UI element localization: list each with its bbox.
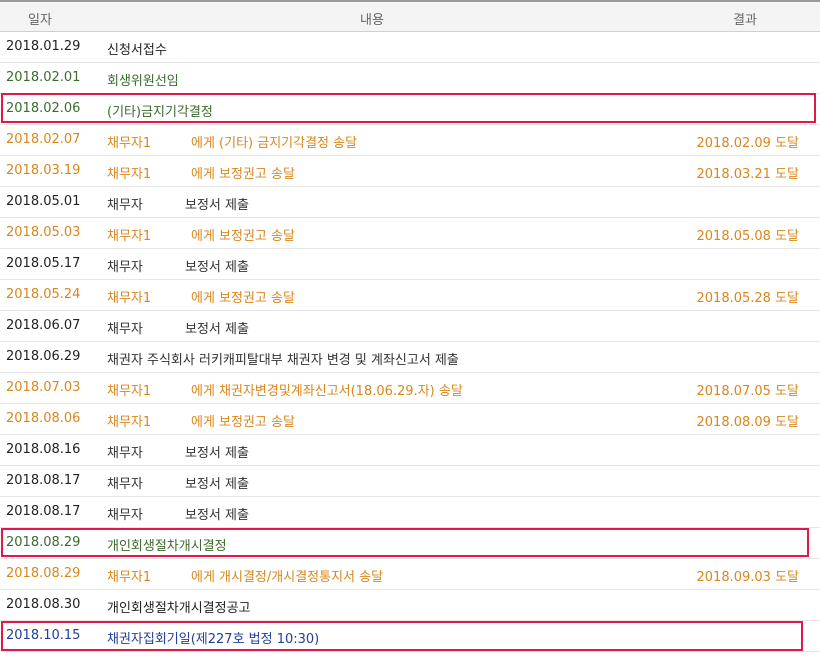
- row-content: 에게 보정권고 송달: [191, 415, 295, 430]
- table-row: 2018.03.19 채무자1 에게 보정권고 송달 2018.03.21 도달: [0, 156, 820, 187]
- row-date: 2018.05.01: [6, 194, 81, 209]
- row-party: 채무자: [107, 260, 143, 275]
- row-party: 채무자1: [107, 229, 152, 244]
- row-date: 2018.08.17: [6, 504, 81, 519]
- row-date: 2018.06.07: [6, 318, 81, 333]
- row-content: 개인회생절차개시결정공고: [107, 601, 251, 616]
- row-date: 2018.07.03: [6, 380, 81, 395]
- row-content: 에게 보정권고 송달: [191, 167, 295, 182]
- table-row: 2018.08.17 채무자 보정서 제출: [0, 497, 820, 528]
- row-party: 채무자: [107, 508, 143, 523]
- row-date: 2018.08.06: [6, 411, 81, 426]
- row-party: 채무자: [107, 446, 143, 461]
- row-party: 채무자1: [107, 570, 152, 585]
- row-party: 채무자1: [107, 415, 152, 430]
- table-row: 2018.05.03 채무자1 에게 보정권고 송달 2018.05.08 도달: [0, 218, 820, 249]
- header-content: 내용: [360, 13, 384, 28]
- table-row: 2018.05.01 채무자 보정서 제출: [0, 187, 820, 218]
- row-content: 개인회생절차개시결정: [107, 539, 227, 554]
- row-date: 2018.08.29: [6, 566, 81, 581]
- header-result: 결과: [733, 13, 757, 28]
- row-content: 에게 보정권고 송달: [191, 229, 295, 244]
- row-result: 2018.02.09 도달: [696, 136, 800, 151]
- table-row: 2018.01.29 신청서접수: [0, 32, 820, 63]
- row-party: 채무자1: [107, 167, 152, 182]
- table-row: 2018.08.29 채무자1 에게 개시결정/개시결정통지서 송달 2018.…: [0, 559, 820, 590]
- row-content: 에게 보정권고 송달: [191, 291, 295, 306]
- row-party: 채무자1: [107, 291, 152, 306]
- row-date: 2018.08.16: [6, 442, 81, 457]
- table-row: 2018.08.16 채무자 보정서 제출: [0, 435, 820, 466]
- row-content: 보정서 제출: [185, 198, 249, 213]
- table-row: 2018.10.15 채권자집회기일(제227호 법정 10:30): [0, 621, 820, 652]
- table-row: 2018.08.29 개인회생절차개시결정: [0, 528, 820, 559]
- row-party: 채무자: [107, 198, 143, 213]
- row-party: 채무자1: [107, 384, 152, 399]
- table-row: 2018.02.07 채무자1 에게 (기타) 금지기각결정 송달 2018.0…: [0, 125, 820, 156]
- row-date: 2018.10.15: [6, 628, 81, 643]
- table-row: 2018.02.06 (기타)금지기각결정: [0, 94, 820, 125]
- table-row: 2018.07.03 채무자1 에게 채권자변경및계좌신고서(18.06.29.…: [0, 373, 820, 404]
- row-content: 보정서 제출: [185, 260, 249, 275]
- table-row: 2018.05.24 채무자1 에게 보정권고 송달 2018.05.28 도달: [0, 280, 820, 311]
- row-content: (기타)금지기각결정: [107, 105, 213, 120]
- row-date: 2018.02.01: [6, 70, 81, 85]
- row-content: 신청서접수: [107, 43, 167, 58]
- row-party: 채무자1: [107, 136, 152, 151]
- row-content: 보정서 제출: [185, 508, 249, 523]
- row-party: 채무자: [107, 477, 143, 492]
- row-date: 2018.02.06: [6, 101, 81, 116]
- row-content: 에게 (기타) 금지기각결정 송달: [191, 136, 358, 151]
- row-date: 2018.05.03: [6, 225, 81, 240]
- row-content: 회생위원선임: [107, 74, 179, 89]
- row-date: 2018.02.07: [6, 132, 81, 147]
- table-row: 2018.08.06 채무자1 에게 보정권고 송달 2018.08.09 도달: [0, 404, 820, 435]
- row-result: 2018.07.05 도달: [696, 384, 800, 399]
- row-result: 2018.05.08 도달: [696, 229, 800, 244]
- row-party: 채무자: [107, 322, 143, 337]
- row-content: 채권자 주식회사 러키캐피탈대부 채권자 변경 및 계좌신고서 제출: [107, 353, 459, 368]
- row-content: 보정서 제출: [185, 477, 249, 492]
- row-content: 채권자집회기일(제227호 법정 10:30): [107, 632, 320, 647]
- row-date: 2018.08.17: [6, 473, 81, 488]
- row-content: 에게 채권자변경및계좌신고서(18.06.29.자) 송달: [191, 384, 463, 399]
- header-date: 일자: [28, 13, 52, 28]
- table-row: 2018.05.17 채무자 보정서 제출: [0, 249, 820, 280]
- table-row: 2018.06.29 채권자 주식회사 러키캐피탈대부 채권자 변경 및 계좌신…: [0, 342, 820, 373]
- row-date: 2018.01.29: [6, 39, 81, 54]
- row-content: 보정서 제출: [185, 322, 249, 337]
- row-content: 보정서 제출: [185, 446, 249, 461]
- row-result: 2018.03.21 도달: [696, 167, 800, 182]
- row-date: 2018.03.19: [6, 163, 81, 178]
- row-date: 2018.06.29: [6, 349, 81, 364]
- row-date: 2018.05.17: [6, 256, 81, 271]
- row-content: 에게 개시결정/개시결정통지서 송달: [191, 570, 384, 585]
- row-result: 2018.05.28 도달: [696, 291, 800, 306]
- table-row: 2018.08.30 개인회생절차개시결정공고: [0, 590, 820, 621]
- table-row: 2018.06.07 채무자 보정서 제출: [0, 311, 820, 342]
- row-date: 2018.08.30: [6, 597, 81, 612]
- table-header: 일자 내용 결과: [0, 0, 820, 32]
- table-row: 2018.08.17 채무자 보정서 제출: [0, 466, 820, 497]
- row-date: 2018.08.29: [6, 535, 81, 550]
- row-result: 2018.08.09 도달: [696, 415, 800, 430]
- row-result: 2018.09.03 도달: [696, 570, 800, 585]
- row-date: 2018.05.24: [6, 287, 81, 302]
- table-row: 2018.02.01 회생위원선임: [0, 63, 820, 94]
